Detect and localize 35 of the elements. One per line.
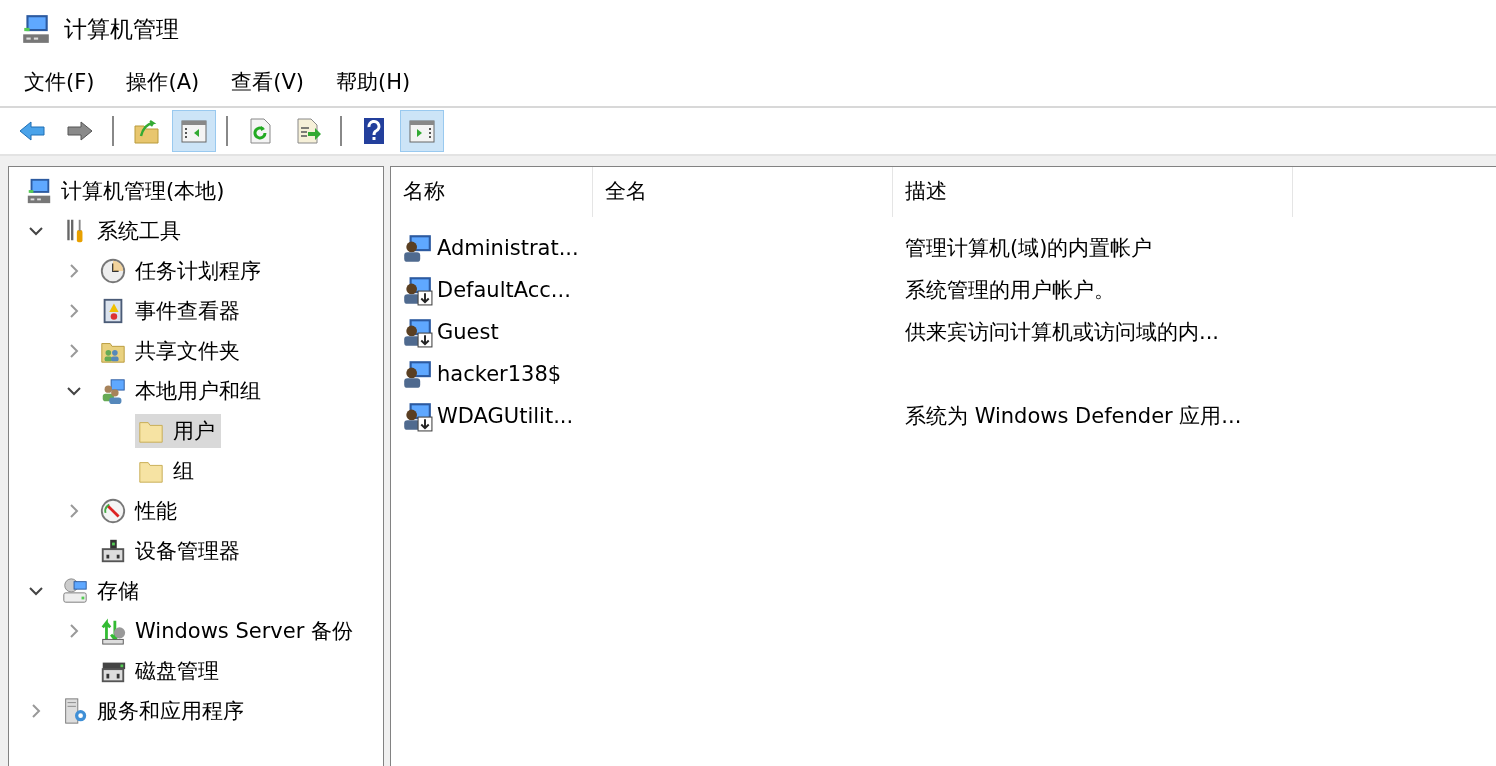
computer-icon xyxy=(25,177,53,205)
column-header[interactable]: 名称 xyxy=(391,167,593,217)
user-name[interactable]: Administrat... xyxy=(437,236,579,260)
device-icon xyxy=(99,537,127,565)
tree-item[interactable]: Windows Server 备份 xyxy=(97,614,359,648)
tree-item[interactable]: 本地用户和组 xyxy=(97,374,267,408)
tree-item[interactable]: 用户 xyxy=(135,414,221,448)
clock-icon xyxy=(99,257,127,285)
storage-icon xyxy=(61,577,89,605)
menu-item[interactable]: 文件(F) xyxy=(12,64,107,100)
user-description: 供来宾访问计算机或访问域的内... xyxy=(904,319,1220,346)
tree-item[interactable]: 性能 xyxy=(97,494,183,528)
user-description: 系统管理的用户帐户。 xyxy=(904,277,1115,304)
column-header[interactable]: 描述 xyxy=(893,167,1293,217)
menu-item[interactable]: 帮助(H) xyxy=(324,64,423,100)
window-title: 计算机管理 xyxy=(64,14,179,44)
computer-icon xyxy=(20,13,52,45)
tree-item[interactable]: 组 xyxy=(135,454,200,488)
menu-item[interactable]: 查看(V) xyxy=(219,64,316,100)
backup-icon xyxy=(99,617,127,645)
menu-item[interactable]: 操作(A) xyxy=(114,64,212,100)
tree-item[interactable]: 服务和应用程序 xyxy=(59,694,250,728)
column-header[interactable]: 全名 xyxy=(593,167,893,217)
tree-item[interactable]: 共享文件夹 xyxy=(97,334,246,368)
tree-item[interactable]: 计算机管理(本地) xyxy=(23,174,231,208)
user-name[interactable]: hacker138$ xyxy=(437,362,562,386)
tree-item[interactable]: 磁盘管理 xyxy=(97,654,225,688)
tree-item[interactable]: 存储 xyxy=(59,574,145,608)
gauge-icon xyxy=(99,497,127,525)
tree-item[interactable]: 任务计划程序 xyxy=(97,254,267,288)
user-description: 管理计算机(域)的内置帐户 xyxy=(904,235,1153,262)
tree-item[interactable]: 系统工具 xyxy=(59,214,187,248)
tree-item[interactable]: 设备管理器 xyxy=(97,534,246,568)
tree-item[interactable]: 事件查看器 xyxy=(97,294,246,328)
user-description: 系统为 Windows Defender 应用... xyxy=(904,403,1242,430)
